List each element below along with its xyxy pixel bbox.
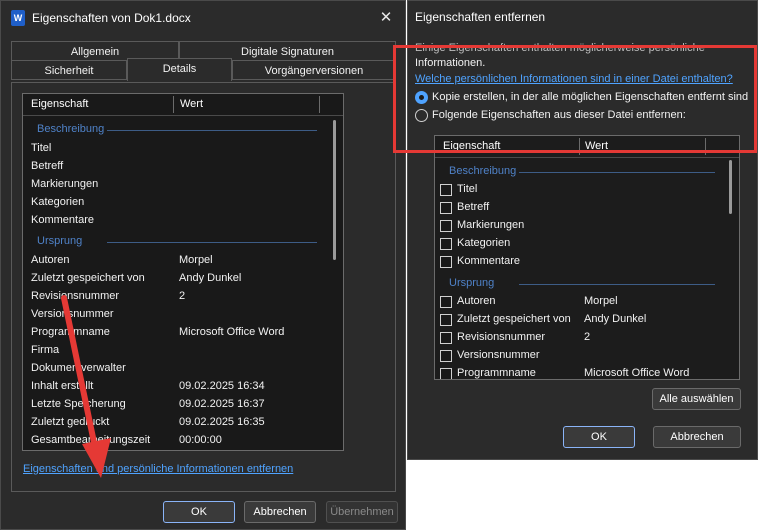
property-name[interactable]: Programmname: [457, 367, 536, 379]
header-divider: [435, 157, 739, 158]
property-name[interactable]: Revisionsnummer: [31, 290, 119, 302]
property-name[interactable]: Kommentare: [457, 255, 520, 267]
property-name[interactable]: Kategorien: [31, 196, 84, 208]
row-checkbox[interactable]: [440, 350, 452, 362]
property-name[interactable]: Inhalt erstellt: [31, 380, 93, 392]
group-divider: [519, 172, 715, 173]
property-name[interactable]: Dokumentverwalter: [31, 362, 126, 374]
property-name[interactable]: Autoren: [457, 295, 496, 307]
column-header-wert[interactable]: Wert: [180, 94, 203, 114]
remove-properties-link[interactable]: Eigenschaften und persönliche Informatio…: [23, 463, 293, 475]
property-name[interactable]: Autoren: [31, 254, 70, 266]
property-name[interactable]: Titel: [457, 183, 477, 195]
property-value[interactable]: Microsoft Office Word: [179, 326, 284, 338]
row-checkbox[interactable]: [440, 202, 452, 214]
property-value[interactable]: 09.02.2025 16:35: [179, 416, 265, 428]
property-value[interactable]: Morpel: [179, 254, 213, 266]
property-name[interactable]: Zuletzt gespeichert von: [31, 272, 145, 284]
property-name[interactable]: Programmname: [31, 326, 110, 338]
ok-button[interactable]: OK: [163, 501, 235, 523]
tab-details[interactable]: Details: [127, 58, 232, 81]
property-name[interactable]: Titel: [31, 142, 51, 154]
column-separator[interactable]: [173, 96, 174, 113]
group-divider: [107, 242, 317, 243]
properties-titlebar: W Eigenschaften von Dok1.docx ✕: [1, 1, 405, 35]
group-header-ursprung: Ursprung: [449, 277, 495, 289]
property-value[interactable]: 2: [179, 290, 185, 302]
property-name[interactable]: Zuletzt gedruckt: [31, 416, 109, 428]
property-name[interactable]: Versionsnummer: [31, 308, 114, 320]
row-checkbox[interactable]: [440, 220, 452, 232]
group-header-ursprung: Ursprung: [37, 235, 83, 247]
scrollbar-thumb[interactable]: [333, 120, 336, 260]
highlight-box: [393, 45, 757, 153]
apply-button[interactable]: Übernehmen: [326, 501, 398, 523]
group-divider: [519, 284, 715, 285]
properties-dialog: W Eigenschaften von Dok1.docx ✕ Allgemei…: [0, 0, 406, 530]
property-name[interactable]: Zuletzt gespeichert von: [457, 313, 571, 325]
tab-vorgaengerversionen[interactable]: Vorgängerversionen: [232, 60, 396, 80]
row-checkbox[interactable]: [440, 332, 452, 344]
row-checkbox[interactable]: [440, 368, 452, 379]
row-checkbox[interactable]: [440, 256, 452, 268]
remove-properties-title: Eigenschaften entfernen: [415, 10, 546, 24]
remove-properties-titlebar: Eigenschaften entfernen: [408, 1, 757, 35]
property-value[interactable]: Andy Dunkel: [584, 313, 646, 325]
cancel-button[interactable]: Abbrechen: [653, 426, 741, 448]
row-checkbox[interactable]: [440, 296, 452, 308]
properties-dialog-title: Eigenschaften von Dok1.docx: [32, 11, 191, 25]
property-value[interactable]: Morpel: [584, 295, 618, 307]
property-name[interactable]: Betreff: [31, 160, 63, 172]
details-property-list[interactable]: Eigenschaft Wert Beschreibung Titel Betref…: [22, 93, 344, 451]
scrollbar-thumb[interactable]: [729, 160, 732, 214]
property-value[interactable]: 2: [584, 331, 590, 343]
group-divider: [107, 130, 317, 131]
close-icon[interactable]: ✕: [375, 7, 397, 29]
group-header-beschreibung: Beschreibung: [37, 123, 105, 135]
property-value[interactable]: 09.02.2025 16:34: [179, 380, 265, 392]
property-name[interactable]: Versionsnummer: [457, 349, 540, 361]
property-value[interactable]: Andy Dunkel: [179, 272, 241, 284]
tab-sicherheit[interactable]: Sicherheit: [11, 60, 127, 80]
property-value[interactable]: 09.02.2025 16:37: [179, 398, 265, 410]
property-name[interactable]: Gesamtbearbeitungszeit: [31, 434, 150, 446]
property-value[interactable]: Microsoft Office Word: [584, 367, 689, 379]
property-name[interactable]: Markierungen: [31, 178, 98, 190]
vertical-scrollbar[interactable]: [326, 116, 343, 450]
select-all-button[interactable]: Alle auswählen: [652, 388, 741, 410]
column-header-eigenschaft[interactable]: Eigenschaft: [31, 94, 88, 114]
property-name[interactable]: Kommentare: [31, 214, 94, 226]
property-name[interactable]: Kategorien: [457, 237, 510, 249]
row-checkbox[interactable]: [440, 184, 452, 196]
row-checkbox[interactable]: [440, 238, 452, 250]
ok-button[interactable]: OK: [563, 426, 635, 448]
property-name[interactable]: Firma: [31, 344, 59, 356]
column-separator[interactable]: [319, 96, 320, 113]
remove-property-list[interactable]: Eigenschaft Wert Beschreibung Titel Betref…: [434, 135, 740, 380]
group-header-beschreibung: Beschreibung: [449, 165, 517, 177]
property-name[interactable]: Revisionsnummer: [457, 331, 545, 343]
vertical-scrollbar[interactable]: [722, 158, 739, 379]
property-value[interactable]: 00:00:00: [179, 434, 222, 446]
property-name[interactable]: Letzte Speicherung: [31, 398, 126, 410]
row-checkbox[interactable]: [440, 314, 452, 326]
word-document-icon: W: [11, 10, 25, 26]
header-divider: [23, 115, 343, 116]
property-name[interactable]: Markierungen: [457, 219, 524, 231]
cancel-button[interactable]: Abbrechen: [244, 501, 316, 523]
property-name[interactable]: Betreff: [457, 201, 489, 213]
